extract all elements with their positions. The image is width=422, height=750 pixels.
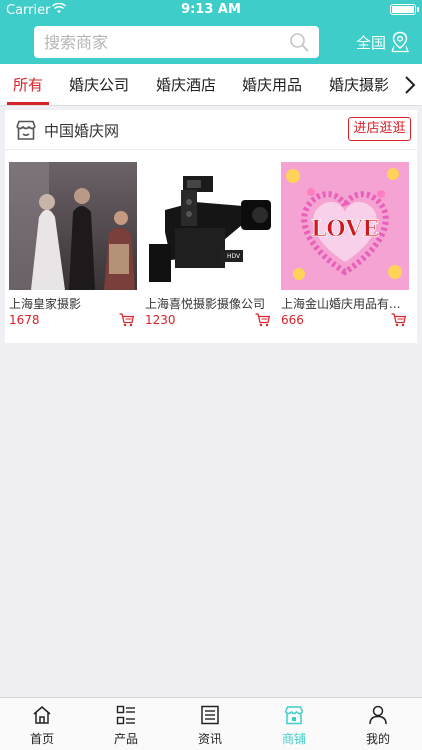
tabbar-item-news[interactable]: 资讯 (168, 698, 252, 750)
tabbar-item-shops[interactable]: 商铺 (252, 698, 336, 750)
product-price: 1230 (145, 313, 176, 327)
region-label: 全国 (356, 33, 387, 52)
product-name[interactable]: 上海皇家摄影 (9, 295, 137, 312)
product-image-love-hearts[interactable]: LOVE (281, 162, 409, 290)
shop-icon (284, 706, 304, 725)
profile-icon (369, 705, 387, 725)
tabbar-item-profile[interactable]: 我的 (336, 698, 420, 750)
product-price: 1678 (9, 313, 40, 327)
region-selector[interactable]: 全国 (356, 30, 410, 54)
chevron-right-icon (405, 76, 416, 94)
grid-list-icon (116, 705, 135, 725)
bottom-tab-bar: 首页 产品 资讯 商铺 我的 (0, 697, 422, 750)
cart-icon[interactable] (119, 313, 134, 327)
product-price: 666 (281, 313, 304, 327)
search-bar[interactable] (34, 26, 319, 58)
tabbar-label: 产品 (113, 732, 138, 746)
clock: 9:13 AM (181, 2, 241, 17)
product-image-video-camera[interactable]: HDV (145, 162, 273, 290)
svg-text:HDV: HDV (227, 253, 241, 260)
shop-card: 中国婚庆网 进店逛逛 上海皇家摄影 1678 HDV 上海喜悦摄影摄像公司 12… (5, 110, 417, 343)
location-pin-icon (391, 31, 409, 53)
news-icon (201, 705, 219, 725)
tabbar-label: 首页 (29, 732, 54, 746)
search-icon[interactable] (289, 32, 309, 52)
tabbar-label: 资讯 (197, 732, 222, 746)
product-image-wedding-couple[interactable] (9, 162, 137, 290)
category-tabs: 所有 婚庆公司 婚庆酒店 婚庆用品 婚庆摄影 (0, 64, 422, 106)
tabs-scroll-button[interactable] (398, 64, 422, 105)
tab-wedding-company[interactable]: 婚庆公司 (69, 64, 129, 105)
tab-wedding-supplies[interactable]: 婚庆用品 (242, 64, 302, 105)
status-bar: Carrier 9:13 AM (0, 0, 422, 20)
svg-text:LOVE: LOVE (311, 216, 379, 242)
visit-shop-button[interactable]: 进店逛逛 (348, 117, 411, 141)
product-name[interactable]: 上海喜悦摄影摄像公司 (145, 295, 273, 312)
cart-icon[interactable] (391, 313, 406, 327)
tab-all[interactable]: 所有 (6, 64, 50, 105)
tabbar-label: 我的 (365, 732, 390, 746)
app-header: Carrier 9:13 AM 全国 (0, 0, 422, 64)
home-icon (33, 706, 51, 724)
product-name[interactable]: 上海金山婚庆用品有... (281, 295, 409, 312)
tabbar-label: 商铺 (281, 732, 306, 746)
search-input[interactable] (44, 30, 274, 54)
battery-icon (390, 4, 419, 15)
storefront-icon (16, 120, 36, 140)
tab-wedding-hotel[interactable]: 婚庆酒店 (156, 64, 216, 105)
shop-name: 中国婚庆网 (44, 122, 120, 140)
cart-icon[interactable] (255, 313, 270, 327)
tabbar-item-products[interactable]: 产品 (84, 698, 168, 750)
tab-wedding-photography[interactable]: 婚庆摄影 (329, 64, 389, 105)
shop-header: 中国婚庆网 进店逛逛 (5, 110, 417, 150)
tabbar-item-home[interactable]: 首页 (0, 698, 84, 750)
